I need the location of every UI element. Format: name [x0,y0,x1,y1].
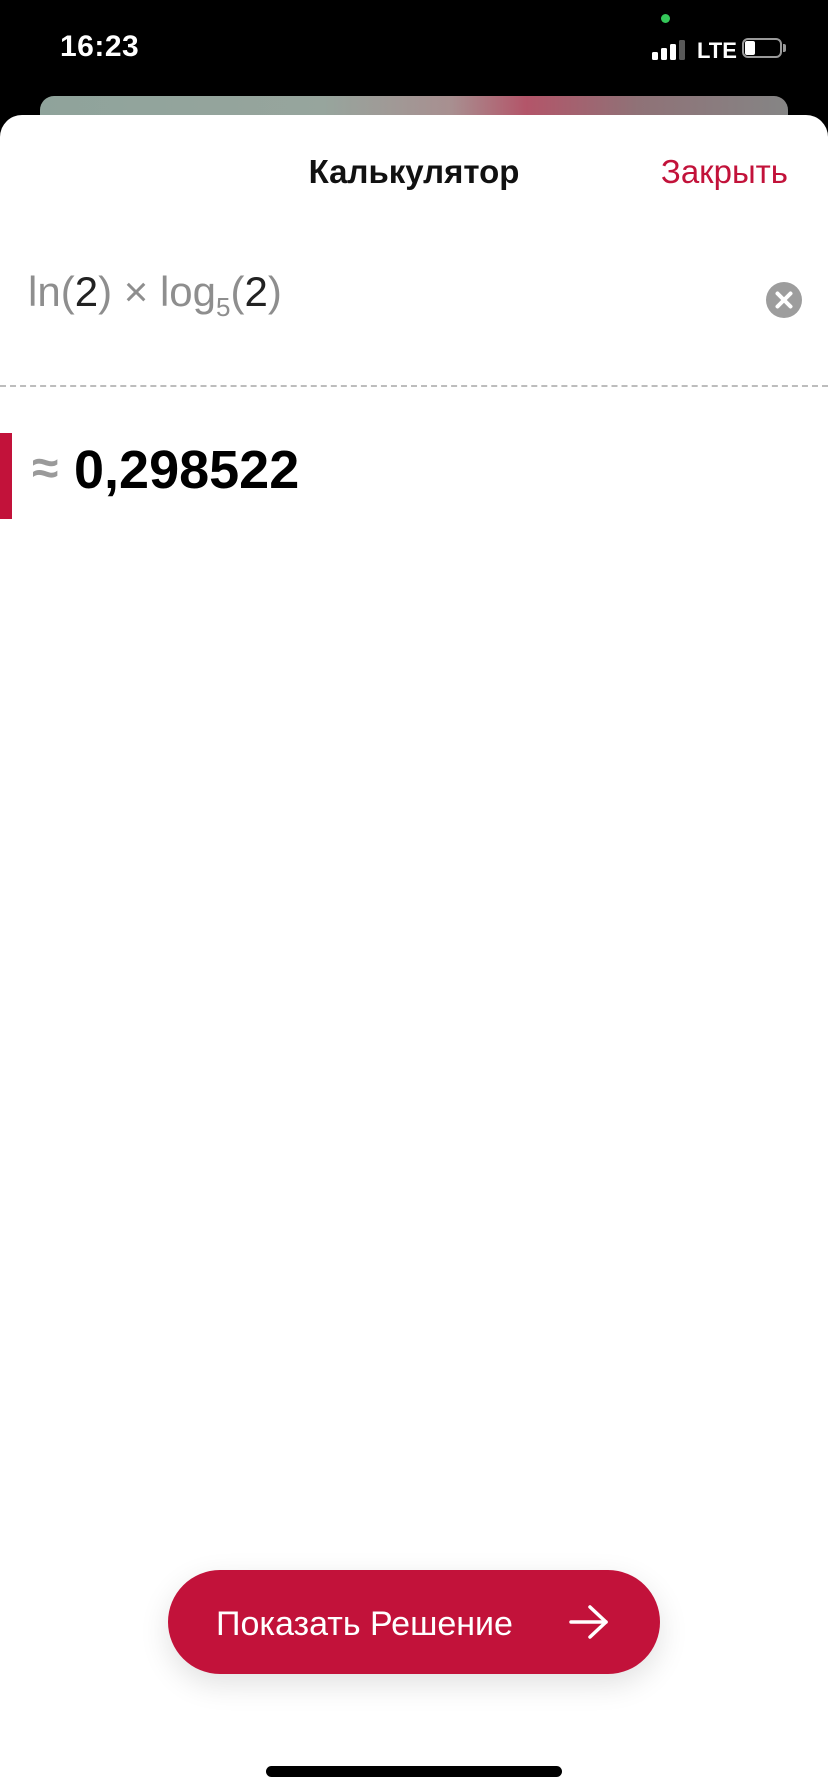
battery-cap [783,44,786,52]
signal-bar [670,44,676,60]
close-button[interactable]: Закрыть [661,153,788,191]
paren-open: ( [60,268,75,315]
result-row: ≈ 0,298522 [0,419,828,519]
calculator-sheet: Калькулятор Закрыть ln(2) × log5(2) ≈ 0,… [0,115,828,1792]
battery-level [745,41,755,55]
signal-bar [661,48,667,60]
home-indicator [266,1766,562,1777]
result-value: 0,298522 [74,440,300,500]
expression-row: ln(2) × log5(2) [0,260,828,340]
battery-icon [742,38,786,60]
arrow-right-icon [569,1605,608,1639]
paren-close: ) [267,268,282,315]
multiply-operator: × [123,268,149,315]
signal-bar [652,52,658,60]
paren-open: ( [230,268,245,315]
clear-button[interactable] [766,282,802,318]
status-time: 16:23 [60,30,140,63]
ln-function: ln [28,268,61,315]
privacy-indicator-dot [661,14,670,23]
sheet-header: Калькулятор Закрыть [0,115,828,225]
expression-input[interactable]: ln(2) × log5(2) [28,268,282,320]
log-argument: 2 [244,268,268,315]
approx-sign: ≈ [32,442,59,495]
log-function: log [159,268,216,315]
ln-argument: 2 [74,268,99,315]
signal-bar [679,40,685,60]
paren-close: ) [98,268,113,315]
show-solution-button[interactable]: Показать Решение [168,1570,660,1674]
signal-strength-icon [652,38,688,60]
status-bar: 16:23 LTE [0,0,828,96]
log-base: 5 [216,292,231,322]
network-type-label: LTE [697,38,737,63]
show-solution-label: Показать Решение [216,1605,513,1643]
result-accent-bar [0,433,12,519]
clear-circle-icon [775,291,793,309]
divider [0,385,828,387]
